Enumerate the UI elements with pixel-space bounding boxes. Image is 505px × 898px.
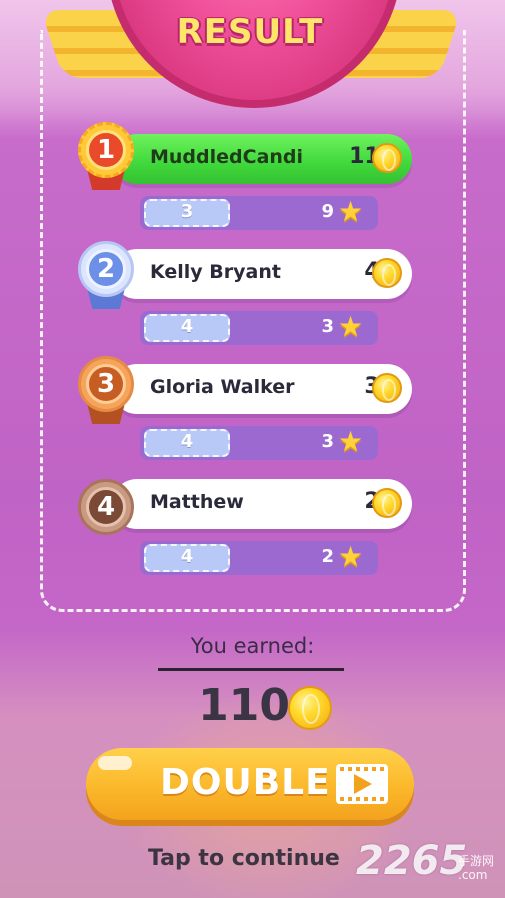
double-button-label: DOUBLE bbox=[160, 762, 331, 803]
bronze-medal-icon: 3 bbox=[72, 356, 142, 434]
stars-count: 3 bbox=[321, 431, 334, 452]
silver-medal-icon: 2 bbox=[72, 241, 142, 319]
leaderboard-row: MuddledCandi 110 3 9 ★ 1 bbox=[0, 122, 505, 244]
stars-count: 9 bbox=[321, 201, 334, 222]
coin-icon bbox=[288, 686, 332, 730]
star-icon: ★ bbox=[338, 310, 364, 343]
rank-number: 1 bbox=[86, 130, 126, 170]
star-icon: ★ bbox=[338, 195, 364, 228]
player-name: Gloria Walker bbox=[150, 376, 295, 398]
watermark-logo: 2265 bbox=[356, 838, 468, 884]
tap-to-continue[interactable]: Tap to continue bbox=[148, 846, 340, 871]
earned-label: You earned: bbox=[190, 634, 315, 658]
star-icon: ★ bbox=[338, 425, 364, 458]
star-icon: ★ bbox=[338, 540, 364, 573]
film-perforation bbox=[340, 767, 384, 771]
gold-medal-icon: 1 bbox=[72, 122, 142, 200]
earned-value: 110 bbox=[198, 680, 290, 731]
moves-count: 3 bbox=[180, 201, 194, 222]
coin-icon bbox=[372, 488, 402, 518]
rank-number: 2 bbox=[86, 249, 126, 289]
coin-icon bbox=[372, 258, 402, 288]
film-perforation bbox=[340, 797, 384, 801]
watermark-domain: .com bbox=[458, 868, 488, 882]
player-name: Kelly Bryant bbox=[150, 261, 281, 283]
player-name: Matthew bbox=[150, 491, 244, 513]
watermark-sub: 手游网 bbox=[458, 854, 495, 868]
rank-four-medal-icon: 4 bbox=[72, 479, 142, 557]
stars-count: 3 bbox=[321, 316, 334, 337]
moves-count: 4 bbox=[180, 431, 194, 452]
double-reward-button[interactable]: DOUBLE bbox=[86, 748, 414, 820]
leaderboard-row: Matthew 20 4 2 ★ 4 bbox=[0, 479, 505, 589]
rank-number: 3 bbox=[86, 364, 126, 404]
coin-icon bbox=[372, 373, 402, 403]
button-shine bbox=[98, 756, 132, 770]
earned-divider bbox=[158, 668, 344, 671]
page-title: RESULT bbox=[176, 12, 324, 52]
leaderboard-row: Gloria Walker 35 4 3 ★ 3 bbox=[0, 356, 505, 474]
video-play-icon bbox=[336, 764, 388, 804]
coin-icon bbox=[372, 143, 402, 173]
stars-count: 2 bbox=[321, 546, 334, 567]
player-name: MuddledCandi bbox=[150, 146, 304, 168]
moves-count: 4 bbox=[180, 546, 194, 567]
rank-number: 4 bbox=[86, 487, 126, 527]
leaderboard-row: Kelly Bryant 40 4 3 ★ 2 bbox=[0, 241, 505, 359]
moves-count: 4 bbox=[180, 316, 194, 337]
